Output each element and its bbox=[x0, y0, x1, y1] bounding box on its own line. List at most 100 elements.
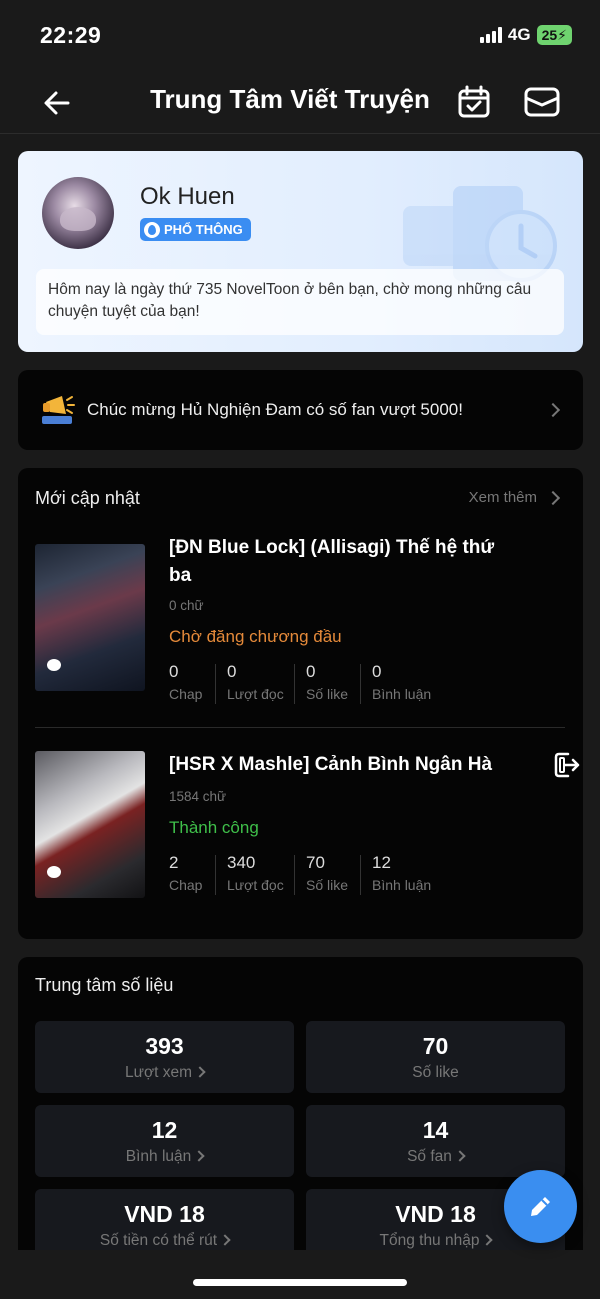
stat-value: 2 bbox=[169, 853, 179, 872]
tile-label-text: Số tiền có thể rút bbox=[99, 1232, 218, 1249]
export-icon[interactable] bbox=[553, 751, 581, 779]
membership-badge: PHỔ THÔNG bbox=[140, 218, 251, 241]
see-more-link[interactable]: Xem thêm bbox=[469, 489, 537, 506]
announcement-banner[interactable]: Chúc mừng Hủ Nghiện Đam có số fan vượt 5… bbox=[18, 370, 583, 450]
stat-separator bbox=[360, 855, 361, 895]
story-item[interactable]: [HSR X Mashle] Cảnh Bình Ngân Hà 1584 ch… bbox=[35, 751, 580, 901]
story-cover-image[interactable] bbox=[35, 751, 145, 898]
chevron-right-icon bbox=[193, 1150, 205, 1162]
home-indicator[interactable] bbox=[193, 1279, 407, 1286]
comment-bubble-icon bbox=[47, 866, 61, 878]
bottom-bar-area bbox=[0, 1250, 600, 1299]
stat-value: 0 bbox=[372, 662, 382, 681]
profile-card[interactable]: Ok Huen PHỔ THÔNG Hôm nay là ngày thứ 73… bbox=[18, 151, 583, 352]
chevron-right-icon bbox=[454, 1150, 466, 1162]
stat-separator bbox=[360, 664, 361, 704]
calendar-check-icon[interactable] bbox=[456, 84, 492, 120]
stat-chapters: 0 Chap bbox=[169, 662, 227, 702]
story-word-count: 0 chữ bbox=[169, 598, 204, 613]
network-type: 4G bbox=[507, 25, 531, 44]
chevron-right-icon bbox=[194, 1066, 206, 1078]
stat-label: Bình luận bbox=[372, 686, 432, 702]
tile-value: VND 18 bbox=[124, 1201, 205, 1227]
story-word-count: 1584 chữ bbox=[169, 789, 227, 804]
chevron-right-icon bbox=[219, 1234, 231, 1246]
stat-separator bbox=[294, 855, 295, 895]
stat-label: Chap bbox=[169, 686, 203, 702]
tile-label: Lượt xem bbox=[35, 1064, 294, 1082]
battery-icon: 25⚡ bbox=[536, 25, 572, 45]
story-item[interactable]: [ĐN Blue Lock] (Allisagi) Thế hệ thứ ba … bbox=[35, 537, 565, 704]
pencil-icon bbox=[531, 1197, 550, 1216]
stat-label: Số like bbox=[306, 686, 349, 702]
tile-value: 12 bbox=[151, 1117, 178, 1143]
megaphone-icon bbox=[42, 396, 75, 424]
tile-label: Số like bbox=[306, 1064, 565, 1082]
story-status: Chờ đăng chương đầu bbox=[169, 627, 342, 646]
stat-label: Lượt đọc bbox=[227, 686, 284, 702]
battery-level: 25 bbox=[541, 27, 558, 43]
drop-icon bbox=[144, 221, 160, 238]
tile-label: Số tiền có thể rút bbox=[35, 1232, 294, 1250]
avatar[interactable] bbox=[42, 177, 114, 249]
stat-tile-fans[interactable]: 14 Số fan bbox=[306, 1105, 565, 1177]
top-nav-bar: Trung Tâm Viết Truyện bbox=[0, 70, 600, 134]
story-stats: 2 Chap 340 Lượt đọc 70 Số like 12 Bình l… bbox=[169, 853, 452, 895]
section-title: Trung tâm số liệu bbox=[35, 975, 174, 995]
welcome-message: Hôm nay là ngày thứ 735 NovelToon ở bên … bbox=[36, 269, 564, 335]
section-title: Mới cập nhật bbox=[35, 488, 140, 508]
story-title[interactable]: [HSR X Mashle] Cảnh Bình Ngân Hà bbox=[169, 751, 514, 779]
stat-value: 0 bbox=[169, 662, 179, 681]
stat-tile-comments[interactable]: 12 Bình luận bbox=[35, 1105, 294, 1177]
stat-comments: 12 Bình luận bbox=[360, 853, 452, 895]
stat-value: 0 bbox=[306, 662, 316, 681]
status-bar: 22:29 4G 25⚡ bbox=[0, 0, 600, 70]
stat-label: Số like bbox=[306, 877, 349, 893]
tile-value: 393 bbox=[145, 1033, 184, 1059]
stat-likes: 70 Số like bbox=[294, 853, 372, 895]
stat-comments: 0 Bình luận bbox=[360, 662, 452, 704]
tile-label-text: Số fan bbox=[407, 1148, 452, 1165]
signal-icon bbox=[479, 27, 502, 43]
data-center-section: Trung tâm số liệu 393 Lượt xem 70 Số lik… bbox=[18, 957, 583, 1261]
stat-tile-views[interactable]: 393 Lượt xem bbox=[35, 1021, 294, 1093]
stat-label: Chap bbox=[169, 877, 203, 893]
badge-label: PHỔ THÔNG bbox=[164, 222, 243, 237]
comment-bubble-icon bbox=[47, 659, 61, 671]
chevron-right-icon bbox=[481, 1234, 494, 1246]
stat-tile-likes[interactable]: 70 Số like bbox=[306, 1021, 565, 1093]
tile-label: Số fan bbox=[306, 1148, 565, 1166]
tile-label-text: Số like bbox=[412, 1064, 459, 1081]
stat-value: 0 bbox=[227, 662, 237, 681]
page-title: Trung Tâm Viết Truyện bbox=[150, 84, 430, 114]
story-cover-image[interactable] bbox=[35, 544, 145, 691]
stat-separator bbox=[215, 664, 216, 704]
tile-label-text: Tổng thu nhập bbox=[379, 1232, 480, 1249]
story-status: Thành công bbox=[169, 818, 259, 837]
stat-value: 12 bbox=[372, 853, 391, 872]
stat-label: Lượt đọc bbox=[227, 877, 284, 893]
stat-separator bbox=[294, 664, 295, 704]
stat-value: 340 bbox=[227, 853, 256, 872]
stat-label: Bình luận bbox=[372, 877, 432, 893]
stat-likes: 0 Số like bbox=[294, 662, 372, 704]
tile-label-text: Bình luận bbox=[125, 1148, 192, 1165]
tile-value: 14 bbox=[422, 1117, 449, 1143]
tile-value: 70 bbox=[422, 1033, 449, 1059]
stat-chapters: 2 Chap bbox=[169, 853, 227, 893]
write-story-button[interactable] bbox=[504, 1170, 577, 1243]
chevron-right-icon[interactable] bbox=[545, 490, 561, 506]
stat-value: 70 bbox=[306, 853, 325, 872]
story-stats: 0 Chap 0 Lượt đọc 0 Số like 0 Bình luận bbox=[169, 662, 452, 704]
chevron-right-icon bbox=[545, 402, 561, 418]
tile-label: Bình luận bbox=[35, 1148, 294, 1166]
profile-name: Ok Huen bbox=[140, 183, 235, 210]
status-indicators: 4G 25⚡ bbox=[479, 25, 572, 45]
recent-updates-section: Mới cập nhật Xem thêm [ĐN Blue Lock] (Al… bbox=[18, 468, 583, 939]
divider bbox=[35, 727, 565, 728]
story-title[interactable]: [ĐN Blue Lock] (Allisagi) Thế hệ thứ ba bbox=[169, 534, 514, 590]
tile-label-text: Lượt xem bbox=[124, 1064, 193, 1081]
announcement-text: Chúc mừng Hủ Nghiện Đam có số fan vượt 5… bbox=[87, 400, 463, 419]
status-time: 22:29 bbox=[40, 22, 102, 48]
mail-icon[interactable] bbox=[523, 84, 561, 120]
